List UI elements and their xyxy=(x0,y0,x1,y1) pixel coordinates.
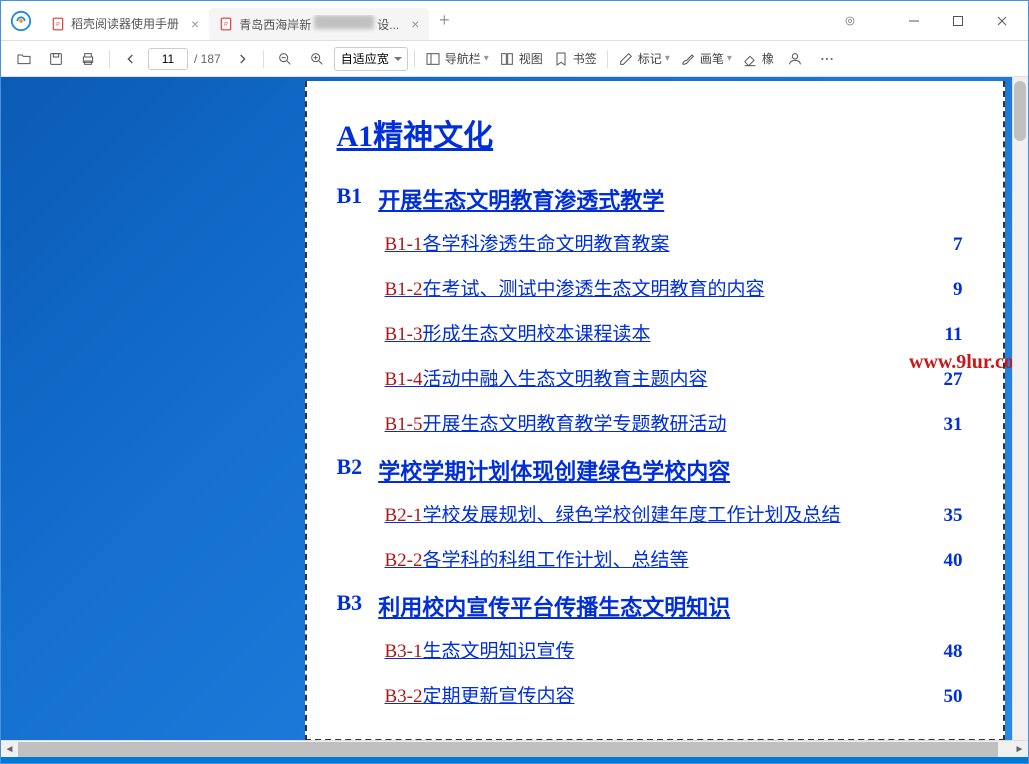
toc-link[interactable]: B1-5开展生态文明教育教学专题教研活动 xyxy=(385,409,727,436)
toolbar: / 187 自适应宽 导航栏 ▾ 视图 书签 标记 ▾ 画笔 ▾ xyxy=(1,41,1028,77)
toc-item: B1-5开展生态文明教育教学专题教研活动 31 xyxy=(385,409,973,436)
toc-page-num: 40 xyxy=(944,550,973,572)
view-button[interactable]: 视图 xyxy=(495,50,547,67)
close-icon[interactable]: × xyxy=(411,16,419,32)
prev-page-button[interactable] xyxy=(116,45,146,73)
nav-panel-button[interactable]: 导航栏 ▾ xyxy=(421,50,493,67)
horizontal-scrollbar[interactable]: ◄ ► xyxy=(1,740,1028,757)
separator xyxy=(414,50,415,68)
eraser-button[interactable]: 橡 xyxy=(738,50,778,67)
item-list: B2-1学校发展规划、绿色学校创建年度工作计划及总结 35 B2-2各学科的科组工作… xyxy=(337,500,973,572)
toc-page-num: 27 xyxy=(944,369,973,391)
section-num: B2 xyxy=(337,454,363,486)
maximize-button[interactable] xyxy=(938,7,978,35)
page-input[interactable] xyxy=(148,48,188,70)
brush-button[interactable]: 画笔 ▾ xyxy=(676,50,736,67)
svg-text:P: P xyxy=(224,21,228,27)
toc-item: B2-1学校发展规划、绿色学校创建年度工作计划及总结 35 xyxy=(385,500,973,527)
minimize-button[interactable] xyxy=(894,7,934,35)
titlebar: P 稻壳阅读器使用手册 × P 青岛西海岸新设... × + xyxy=(1,1,1028,41)
toc-section: B2 学校学期计划体现创建绿色学校内容 B2-1学校发展规划、绿色学校创建年度工作计… xyxy=(337,454,973,572)
toc-page-num: 48 xyxy=(944,641,973,663)
separator xyxy=(607,50,608,68)
document-viewer[interactable]: A1精神文化 B1 开展生态文明教育渗透式教学 B1-1各学科渗透生命文明教育教案 7… xyxy=(1,77,1028,740)
next-page-button[interactable] xyxy=(227,45,257,73)
more-button[interactable] xyxy=(812,45,842,73)
taskbar-edge xyxy=(1,757,1028,763)
close-button[interactable] xyxy=(982,7,1022,35)
tab-qingdao[interactable]: P 青岛西海岸新设... × xyxy=(209,8,429,40)
separator xyxy=(263,50,264,68)
section-num: B1 xyxy=(337,183,363,215)
chevron-down-icon: ▾ xyxy=(665,53,670,64)
toc-section: B3 利用校内宣传平台传播生态文明知识 B3-1生态文明知识宣传 48 B3-2定期更新… xyxy=(337,590,973,708)
toc-section: B1 开展生态文明教育渗透式教学 B1-1各学科渗透生命文明教育教案 7 B1-2在考试… xyxy=(337,183,973,436)
toc-link[interactable]: B1-3形成生态文明校本课程读本 xyxy=(385,319,651,346)
toc-link[interactable]: B3-2定期更新宣传内容 xyxy=(385,681,575,708)
toc-link[interactable]: B1-2在考试、测试中渗透生态文明教育的内容 xyxy=(385,274,765,301)
app-logo[interactable] xyxy=(1,10,41,32)
separator xyxy=(109,50,110,68)
mark-button[interactable]: 标记 ▾ xyxy=(614,50,674,67)
scrollbar-thumb[interactable] xyxy=(18,742,998,757)
item-list: B3-1生态文明知识宣传 48 B3-2定期更新宣传内容 50 xyxy=(337,636,973,708)
toc-page-num: 31 xyxy=(944,414,973,436)
section-title: 利用校内宣传平台传播生态文明知识 xyxy=(378,590,730,622)
scroll-right-icon[interactable]: ► xyxy=(1011,741,1028,758)
section-heading[interactable]: B3 利用校内宣传平台传播生态文明知识 xyxy=(337,590,973,622)
window-controls xyxy=(830,7,1028,35)
bookmark-button[interactable]: 书签 xyxy=(549,50,601,67)
scroll-left-icon[interactable]: ◄ xyxy=(1,741,18,758)
pdf-icon: P xyxy=(219,17,233,31)
section-title: 学校学期计划体现创建绿色学校内容 xyxy=(378,454,730,486)
section-num: B3 xyxy=(337,590,363,622)
toc-page-num: 9 xyxy=(953,279,973,301)
toc-item: B1-2在考试、测试中渗透生态文明教育的内容 9 xyxy=(385,274,973,301)
pdf-icon: P xyxy=(51,17,65,31)
print-button[interactable] xyxy=(73,45,103,73)
toc-item: B1-1各学科渗透生命文明教育教案 7 xyxy=(385,229,973,256)
item-list: B1-1各学科渗透生命文明教育教案 7 B1-2在考试、测试中渗透生态文明教育的内容… xyxy=(337,229,973,436)
toc-link[interactable]: B2-2各学科的科组工作计划、总结等 xyxy=(385,545,689,572)
open-button[interactable] xyxy=(9,45,39,73)
zoom-out-button[interactable] xyxy=(270,45,300,73)
chevron-down-icon: ▾ xyxy=(727,53,732,64)
toc-page-num: 50 xyxy=(944,686,973,708)
toc-item: B2-2各学科的科组工作计划、总结等 40 xyxy=(385,545,973,572)
toc-link[interactable]: B2-1学校发展规划、绿色学校创建年度工作计划及总结 xyxy=(385,500,841,527)
vertical-scrollbar[interactable] xyxy=(1012,77,1028,740)
tab-label: 青岛西海岸新设... xyxy=(239,15,399,33)
section-heading[interactable]: B2 学校学期计划体现创建绿色学校内容 xyxy=(337,454,973,486)
toc-item: B1-3形成生态文明校本课程读本 11 xyxy=(385,319,973,346)
svg-text:P: P xyxy=(56,21,60,27)
section-title: 开展生态文明教育渗透式教学 xyxy=(378,183,664,215)
section-heading[interactable]: B1 开展生态文明教育渗透式教学 xyxy=(337,183,973,215)
close-icon[interactable]: × xyxy=(191,16,199,32)
tabs: P 稻壳阅读器使用手册 × P 青岛西海岸新设... × + xyxy=(41,1,830,40)
app-window: P 稻壳阅读器使用手册 × P 青岛西海岸新设... × + / 187 xyxy=(0,0,1029,764)
zoom-select[interactable]: 自适应宽 xyxy=(334,47,408,71)
scrollbar-thumb[interactable] xyxy=(1014,81,1026,141)
toc-link[interactable]: B1-1各学科渗透生命文明教育教案 xyxy=(385,229,670,256)
page-total: / 187 xyxy=(194,52,221,66)
doc-main-title[interactable]: A1精神文化 xyxy=(337,111,973,155)
save-button[interactable] xyxy=(41,45,71,73)
settings-icon[interactable] xyxy=(830,7,870,35)
toc-page-num: 7 xyxy=(953,234,973,256)
chevron-down-icon: ▾ xyxy=(484,53,489,64)
tab-manual[interactable]: P 稻壳阅读器使用手册 × xyxy=(41,8,209,40)
toc-item: B3-1生态文明知识宣传 48 xyxy=(385,636,973,663)
document-page: A1精神文化 B1 开展生态文明教育渗透式教学 B1-1各学科渗透生命文明教育教案 7… xyxy=(305,81,1005,740)
content-area: A1精神文化 B1 开展生态文明教育渗透式教学 B1-1各学科渗透生命文明教育教案 7… xyxy=(1,77,1028,740)
toc-page-num: 35 xyxy=(944,505,973,527)
account-button[interactable] xyxy=(780,45,810,73)
toc-page-num: 11 xyxy=(945,324,973,346)
new-tab-button[interactable]: + xyxy=(429,10,459,31)
toc-link[interactable]: B3-1生态文明知识宣传 xyxy=(385,636,575,663)
zoom-in-button[interactable] xyxy=(302,45,332,73)
toc-item: B3-2定期更新宣传内容 50 xyxy=(385,681,973,708)
tab-label: 稻壳阅读器使用手册 xyxy=(71,15,179,32)
toc-item: B1-4活动中融入生态文明教育主题内容 27 xyxy=(385,364,973,391)
toc-link[interactable]: B1-4活动中融入生态文明教育主题内容 xyxy=(385,364,708,391)
